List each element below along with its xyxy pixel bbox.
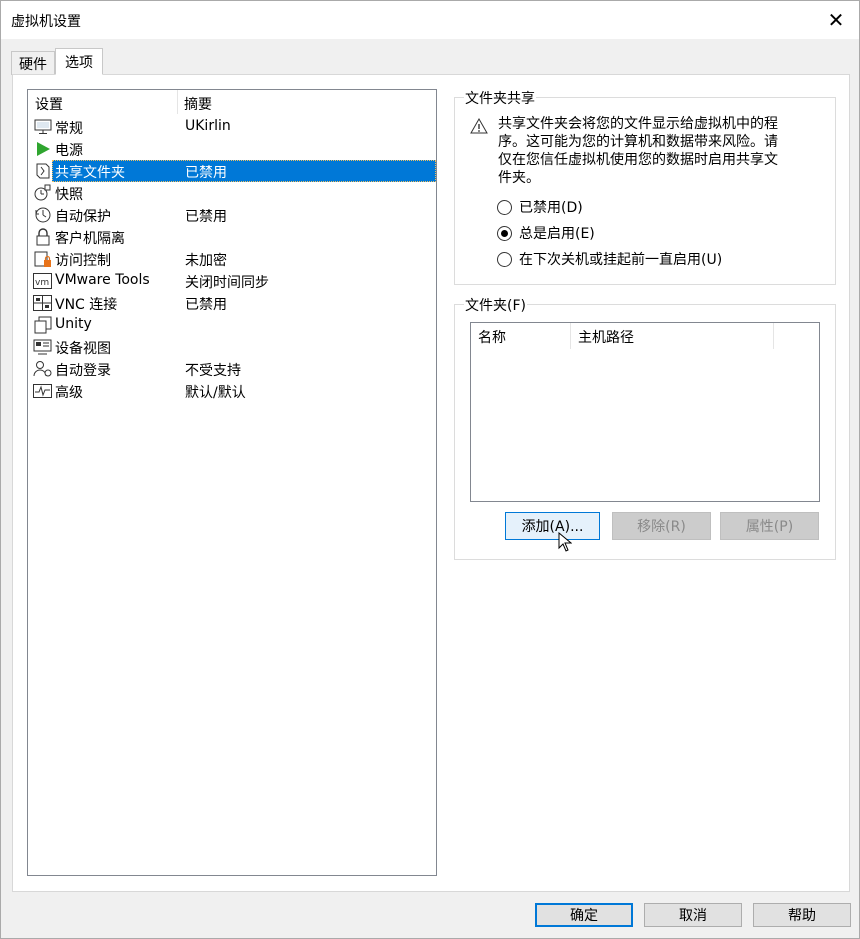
sharing-warning-text: 共享文件夹会将您的文件显示给虚拟机中的程序。这可能为您的计算机和数据带来风险。请…	[498, 116, 778, 186]
settings-list-header: 设置 摘要	[28, 90, 436, 114]
settings-item-general[interactable]: 常规 UKirlin	[28, 116, 436, 138]
settings-item-shared-folders[interactable]: 共享文件夹 已禁用	[28, 160, 436, 182]
vnc-icon	[33, 294, 52, 312]
tab-options[interactable]: 选项	[55, 48, 103, 75]
settings-item-summary: 未加密	[185, 253, 227, 269]
settings-item-summary: 已禁用	[185, 297, 227, 313]
tab-hardware[interactable]: 硬件	[11, 51, 55, 75]
folder-sharing-group: 文件夹共享 共享文件夹会将您的文件显示给虚拟机中的程序。这可能为您的计算机和数据…	[454, 88, 836, 285]
warning-icon	[470, 117, 488, 138]
lock-icon	[33, 228, 52, 246]
settings-item-name: 设备视图	[55, 341, 111, 357]
radio-always-enabled[interactable]: 总是启用(E)	[497, 223, 595, 243]
settings-item-name: 自动登录	[55, 363, 111, 379]
tab-strip: 硬件 选项	[11, 48, 103, 75]
settings-item-name: 客户机隔离	[55, 231, 125, 247]
settings-item-name: 电源	[55, 143, 83, 159]
column-header-host-path[interactable]: 主机路径	[571, 323, 774, 349]
settings-item-name: 高级	[55, 385, 83, 401]
settings-item-name: VNC 连接	[55, 297, 118, 313]
svg-text:vm: vm	[35, 278, 49, 288]
column-header-name[interactable]: 名称	[471, 323, 571, 349]
settings-item-name: 快照	[55, 187, 83, 203]
help-button[interactable]: 帮助	[753, 903, 851, 927]
advanced-pulse-icon	[33, 382, 52, 400]
folders-table[interactable]: 名称 主机路径	[470, 322, 820, 502]
radio-label: 已禁用(D)	[519, 200, 583, 216]
settings-item-name: VMware Tools	[55, 272, 150, 288]
settings-item-summary: 默认/默认	[185, 385, 246, 401]
folders-title: 文件夹(F)	[464, 295, 527, 315]
settings-item-advanced[interactable]: 高级 默认/默认	[28, 380, 436, 402]
ok-button[interactable]: 确定	[535, 903, 633, 927]
vm-icon: vm	[33, 272, 52, 290]
autoprotect-clock-icon	[33, 206, 52, 224]
snapshot-icon	[33, 184, 52, 202]
settings-item-vnc[interactable]: VNC 连接 已禁用	[28, 292, 436, 314]
options-panel: 设置 摘要 常规 UKirlin 电源 共享文件夹 已禁用 快照 自动保护 已禁…	[12, 74, 850, 892]
remove-folder-button[interactable]: 移除(R)	[612, 512, 711, 540]
settings-item-name: 自动保护	[55, 209, 111, 225]
settings-item-name: 常规	[55, 121, 83, 137]
settings-item-name: 共享文件夹	[55, 165, 125, 181]
close-icon: ✕	[827, 8, 845, 32]
settings-item-access-control[interactable]: 访问控制 未加密	[28, 248, 436, 270]
folder-properties-button[interactable]: 属性(P)	[720, 512, 819, 540]
settings-item-guest-isolation[interactable]: 客户机隔离	[28, 226, 436, 248]
settings-item-summary: UKirlin	[185, 118, 231, 134]
radio-disabled[interactable]: 已禁用(D)	[497, 197, 583, 217]
close-button[interactable]: ✕	[813, 1, 859, 39]
settings-item-unity[interactable]: Unity	[28, 314, 436, 336]
settings-item-name: 访问控制	[55, 253, 111, 269]
settings-item-autoprotect[interactable]: 自动保护 已禁用	[28, 204, 436, 226]
settings-item-name: Unity	[55, 316, 92, 332]
title-bar: 虚拟机设置 ✕	[1, 1, 859, 39]
column-header-summary[interactable]: 摘要	[178, 90, 212, 114]
autologin-user-icon	[33, 360, 52, 378]
settings-item-power[interactable]: 电源	[28, 138, 436, 160]
radio-enabled-until-poweroff[interactable]: 在下次关机或挂起前一直启用(U)	[497, 249, 722, 269]
shared-folder-icon	[33, 162, 52, 180]
column-header-setting[interactable]: 设置	[28, 90, 178, 114]
settings-item-vmware-tools[interactable]: vm VMware Tools 关闭时间同步	[28, 270, 436, 292]
radio-circle	[497, 251, 512, 267]
settings-item-snapshot[interactable]: 快照	[28, 182, 436, 204]
radio-label: 在下次关机或挂起前一直启用(U)	[519, 252, 723, 268]
settings-item-device-view[interactable]: 设备视图	[28, 336, 436, 358]
mouse-cursor-icon	[558, 531, 573, 556]
monitor-icon	[33, 118, 52, 136]
device-view-icon	[33, 338, 52, 356]
power-play-icon	[33, 140, 52, 158]
radio-circle	[497, 199, 512, 215]
settings-item-autologin[interactable]: 自动登录 不受支持	[28, 358, 436, 380]
unity-icon	[33, 316, 52, 334]
settings-item-summary: 不受支持	[185, 363, 241, 379]
access-control-icon	[33, 250, 52, 268]
settings-list[interactable]: 设置 摘要 常规 UKirlin 电源 共享文件夹 已禁用 快照 自动保护 已禁…	[27, 89, 437, 876]
add-folder-button[interactable]: 添加(A)...	[505, 512, 600, 540]
settings-item-summary: 已禁用	[185, 209, 227, 225]
window-title: 虚拟机设置	[11, 14, 81, 30]
radio-label: 总是启用(E)	[519, 226, 595, 242]
vm-settings-window: 虚拟机设置 ✕ 硬件 选项 设置 摘要 常规 UKirlin 电源 共享文件夹 …	[0, 0, 860, 939]
settings-item-summary: 已禁用	[185, 165, 227, 181]
radio-circle	[497, 225, 512, 241]
folder-sharing-title: 文件夹共享	[464, 88, 536, 108]
cancel-button[interactable]: 取消	[644, 903, 742, 927]
folders-group: 文件夹(F) 名称 主机路径 添加(A)... 移除(R) 属性(P)	[454, 295, 836, 560]
settings-item-summary: 关闭时间同步	[185, 275, 269, 291]
